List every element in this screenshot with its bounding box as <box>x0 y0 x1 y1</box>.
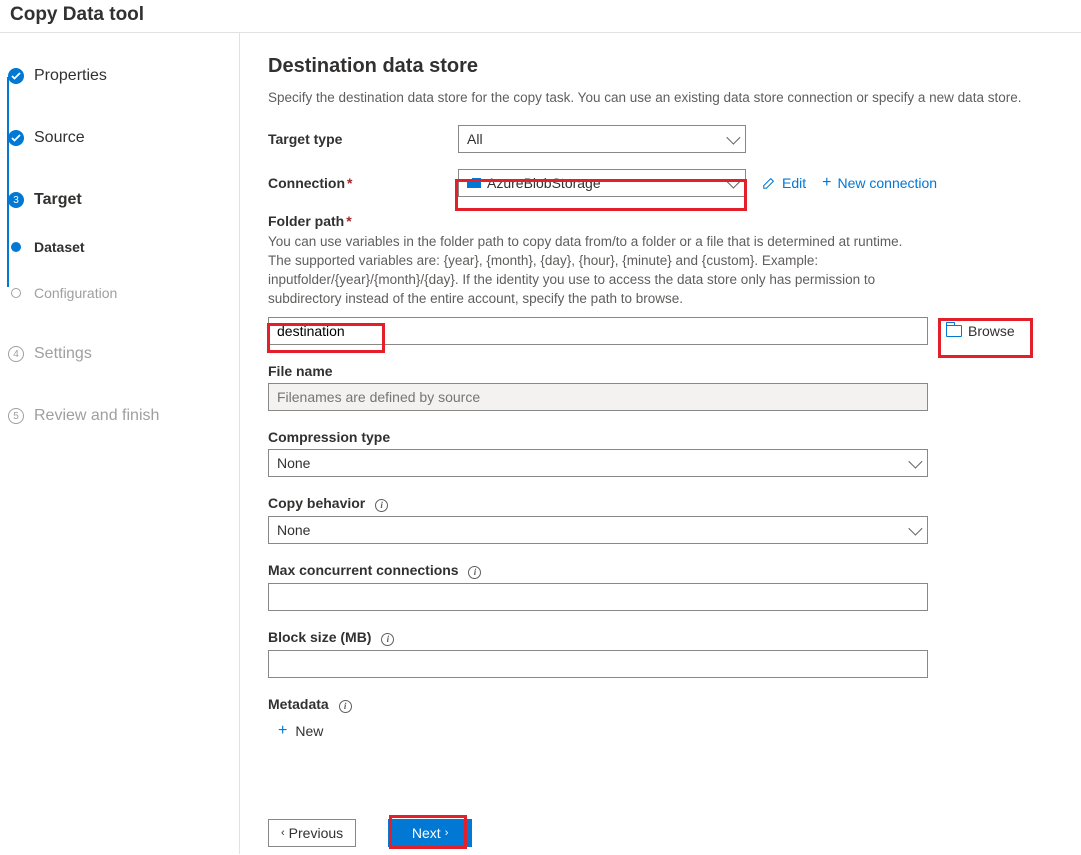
step-number-icon: 4 <box>8 346 24 362</box>
tool-title: Copy Data tool <box>0 0 1081 33</box>
connection-value: AzureBlobStorage <box>487 175 601 191</box>
connection-label: Connection* <box>268 175 458 191</box>
metadata-new-button[interactable]: + New <box>278 723 323 739</box>
compression-value: None <box>277 455 310 471</box>
target-type-select[interactable]: All <box>458 125 746 153</box>
substep-label: Dataset <box>34 239 85 255</box>
check-icon <box>8 130 24 146</box>
dot-icon <box>11 288 21 298</box>
block-size-input[interactable] <box>268 650 928 678</box>
page-subtitle: Specify the destination data store for t… <box>268 90 1059 105</box>
copy-behavior-select[interactable]: None <box>268 516 928 544</box>
step-label: Review and finish <box>34 407 159 425</box>
chevron-down-icon <box>908 454 922 468</box>
info-icon[interactable]: i <box>375 499 388 512</box>
step-number-icon: 5 <box>8 408 24 424</box>
chevron-down-icon <box>908 521 922 535</box>
compression-label: Compression type <box>268 429 1059 445</box>
info-icon[interactable]: i <box>381 633 394 646</box>
step-label: Source <box>34 129 85 147</box>
step-target[interactable]: 3 Target <box>8 185 239 215</box>
max-conn-label: Max concurrent connections i <box>268 562 1059 579</box>
plus-icon: + <box>278 724 287 738</box>
new-connection-button[interactable]: + New connection <box>822 175 937 191</box>
step-number-icon: 3 <box>8 192 24 208</box>
edit-connection-button[interactable]: Edit <box>762 175 806 191</box>
file-name-input <box>268 383 928 411</box>
info-icon[interactable]: i <box>468 566 481 579</box>
target-type-value: All <box>467 131 483 147</box>
dot-icon <box>11 242 21 252</box>
copy-behavior-value: None <box>277 522 310 538</box>
file-name-label: File name <box>268 363 1059 379</box>
plus-icon: + <box>822 176 831 190</box>
info-icon[interactable]: i <box>339 700 352 713</box>
target-type-label: Target type <box>268 131 458 147</box>
compression-select[interactable]: None <box>268 449 928 477</box>
max-conn-input[interactable] <box>268 583 928 611</box>
browse-button[interactable]: Browse <box>946 323 1015 339</box>
step-source[interactable]: Source <box>8 123 239 153</box>
pencil-icon <box>762 176 776 190</box>
connection-select[interactable]: AzureBlobStorage <box>458 169 746 197</box>
blob-storage-icon <box>467 178 481 188</box>
step-label: Target <box>34 191 82 209</box>
folder-path-label: Folder path* <box>268 213 1059 229</box>
main-content: Destination data store Specify the desti… <box>240 33 1081 854</box>
folder-path-input[interactable] <box>268 317 928 345</box>
chevron-left-icon: ‹ <box>281 827 285 839</box>
wizard-sidebar: Properties Source 3 Target Dataset <box>0 33 240 854</box>
block-size-label: Block size (MB) i <box>268 629 1059 646</box>
chevron-right-icon: › <box>445 827 449 839</box>
step-properties[interactable]: Properties <box>8 61 239 91</box>
folder-icon <box>946 325 962 337</box>
chevron-down-icon <box>726 131 740 145</box>
substep-label: Configuration <box>34 285 117 301</box>
step-review[interactable]: 5 Review and finish <box>8 401 239 431</box>
previous-button[interactable]: ‹ Previous <box>268 819 356 847</box>
folder-path-help: You can use variables in the folder path… <box>268 233 928 309</box>
page-title: Destination data store <box>268 55 1059 78</box>
step-label: Settings <box>34 345 92 363</box>
substep-dataset[interactable]: Dataset <box>8 233 239 261</box>
step-settings[interactable]: 4 Settings <box>8 339 239 369</box>
check-icon <box>8 68 24 84</box>
chevron-down-icon <box>726 175 740 189</box>
next-button[interactable]: Next › <box>388 819 472 847</box>
substep-configuration[interactable]: Configuration <box>8 279 239 307</box>
copy-behavior-label: Copy behavior i <box>268 495 1059 512</box>
step-label: Properties <box>34 67 107 85</box>
metadata-label: Metadata i <box>268 696 1059 713</box>
